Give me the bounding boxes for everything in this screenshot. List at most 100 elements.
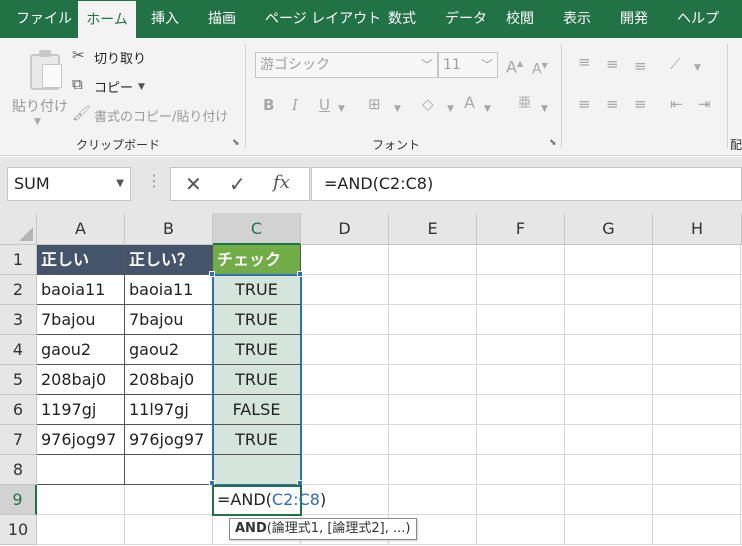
align-bottom-icon[interactable]: ≡	[634, 58, 647, 74]
tab-file[interactable]: ファイル	[16, 0, 72, 38]
column-header-d[interactable]: D	[301, 213, 389, 245]
copy-button[interactable]: ⧉ コピー ▼	[70, 75, 160, 97]
row-header-9[interactable]: 9	[0, 485, 37, 515]
tab-view[interactable]: 表示	[563, 0, 591, 38]
borders-icon[interactable]: ⊞	[368, 96, 381, 112]
column-header-e[interactable]: E	[389, 213, 477, 245]
align-left-icon[interactable]: ≡	[578, 96, 591, 112]
grow-font-icon[interactable]: A▲	[506, 56, 523, 75]
paste-button[interactable]: 貼り付け ▼	[8, 44, 68, 128]
shrink-font-icon[interactable]: A▼	[532, 58, 548, 78]
chevron-down-icon[interactable]: ▼	[338, 101, 345, 117]
italic-button[interactable]: I	[292, 97, 298, 113]
chevron-down-icon[interactable]: ▼	[116, 168, 124, 200]
row-header-3[interactable]: 3	[0, 305, 37, 335]
row-header-1[interactable]: 1	[0, 245, 37, 275]
column-header-c[interactable]: C	[213, 213, 301, 245]
chevron-down-icon[interactable]: ▼	[394, 101, 401, 117]
bold-button[interactable]: B	[263, 97, 274, 113]
cell-c5[interactable]: TRUE	[213, 365, 301, 395]
cell-a1[interactable]: 正しい	[37, 245, 125, 275]
fill-color-icon[interactable]: ◇	[422, 96, 434, 112]
cancel-icon[interactable]: ✕	[185, 172, 202, 196]
tab-draw[interactable]: 描画	[208, 0, 236, 38]
cell-b3[interactable]: 7bajou	[125, 305, 213, 335]
insert-function-icon[interactable]: fx	[273, 172, 290, 193]
select-all-button[interactable]	[0, 213, 37, 245]
cell-b5[interactable]: 208baj0	[125, 365, 213, 395]
increase-indent-icon[interactable]: ⇥	[698, 96, 711, 112]
cell-a3[interactable]: 7bajou	[37, 305, 125, 335]
cell-c6[interactable]: FALSE	[213, 395, 301, 425]
font-name-combo[interactable]: 游ゴシック ﹀	[255, 52, 438, 78]
cell-a2[interactable]: baoia11	[37, 275, 125, 305]
resize-handle-icon[interactable]: ⋮	[146, 171, 162, 190]
tab-home[interactable]: ホーム	[78, 0, 136, 38]
cell-c1[interactable]: チェック	[213, 245, 301, 275]
range-handle[interactable]	[297, 271, 303, 277]
row-header-7[interactable]: 7	[0, 425, 37, 455]
chevron-down-icon[interactable]: ▼	[541, 101, 548, 117]
cell-a5[interactable]: 208baj0	[37, 365, 125, 395]
column-header-f[interactable]: F	[477, 213, 565, 245]
cell-a8[interactable]	[37, 455, 125, 485]
cell-c2[interactable]: TRUE	[213, 275, 301, 305]
row-header-10[interactable]: 10	[0, 515, 37, 545]
tab-help[interactable]: ヘルプ	[677, 0, 719, 38]
font-size-combo[interactable]: 11 ﹀	[438, 52, 498, 78]
formula-input[interactable]: =AND(C2:C8)	[311, 167, 742, 201]
column-header-a[interactable]: A	[37, 213, 125, 245]
cell-a7[interactable]: 976jog97	[37, 425, 125, 455]
column-header-g[interactable]: G	[565, 213, 653, 245]
row-header-4[interactable]: 4	[0, 335, 37, 365]
function-tooltip[interactable]: AND(論理式1, [論理式2], ...)	[229, 518, 417, 540]
tab-review[interactable]: 校閲	[506, 0, 534, 38]
orientation-icon[interactable]: ⟋	[670, 56, 681, 72]
tab-insert[interactable]: 挿入	[151, 0, 179, 38]
cell-a6[interactable]: 1197gj	[37, 395, 125, 425]
align-right-icon[interactable]: ≡	[634, 96, 647, 112]
dialog-launcher-icon[interactable]: ⬊	[549, 138, 557, 148]
name-box[interactable]: SUM ▼	[7, 167, 131, 201]
align-center-icon[interactable]: ≡	[606, 96, 619, 112]
tab-page-layout[interactable]: ページ レイアウト	[265, 0, 381, 38]
row-header-5[interactable]: 5	[0, 365, 37, 395]
tab-formulas[interactable]: 数式	[388, 0, 416, 38]
cell-b8[interactable]	[125, 455, 213, 485]
column-header-h[interactable]: H	[653, 213, 742, 245]
cut-button[interactable]: ✂ 切り取り	[70, 46, 160, 68]
format-painter-button[interactable]: 🖌 書式のコピー/貼り付け	[70, 104, 235, 126]
empty-cells[interactable]	[301, 245, 742, 545]
cell-c4[interactable]: TRUE	[213, 335, 301, 365]
active-cell-c9[interactable]: =AND(C2:C8)	[212, 485, 326, 516]
column-header-b[interactable]: B	[125, 213, 213, 245]
enter-icon[interactable]: ✓	[229, 172, 246, 196]
paintbrush-icon: 🖌	[72, 104, 92, 122]
row-header-8[interactable]: 8	[0, 455, 37, 485]
align-middle-icon[interactable]: ≡	[606, 56, 619, 72]
cell-b4[interactable]: gaou2	[125, 335, 213, 365]
tooltip-function-name[interactable]: AND	[235, 521, 267, 536]
range-handle[interactable]	[209, 271, 215, 277]
align-top-icon[interactable]: ≡	[578, 54, 591, 70]
cell-b6[interactable]: 11l97gj	[125, 395, 213, 425]
row-header-6[interactable]: 6	[0, 395, 37, 425]
cell-a4[interactable]: gaou2	[37, 335, 125, 365]
chevron-down-icon[interactable]: ▼	[447, 101, 454, 117]
dialog-launcher-icon[interactable]: ⬊	[232, 138, 240, 148]
underline-button[interactable]: U	[319, 97, 330, 113]
cell-b7[interactable]: 976jog97	[125, 425, 213, 455]
cell-b2[interactable]: baoia11	[125, 275, 213, 305]
cell-c7[interactable]: TRUE	[213, 425, 301, 455]
chevron-down-icon[interactable]: ▼	[484, 101, 491, 117]
row-header-2[interactable]: 2	[0, 275, 37, 305]
tab-developer[interactable]: 開発	[620, 0, 648, 38]
cell-c8[interactable]	[213, 455, 301, 485]
font-color-icon[interactable]: A	[464, 95, 475, 111]
cell-c3[interactable]: TRUE	[213, 305, 301, 335]
chevron-down-icon[interactable]: ▼	[694, 60, 701, 76]
tab-data[interactable]: データ	[445, 0, 487, 38]
phonetic-guide-icon[interactable]: 亜	[518, 96, 531, 112]
cell-b1[interactable]: 正しい？	[125, 245, 213, 275]
decrease-indent-icon[interactable]: ⇤	[670, 96, 683, 112]
